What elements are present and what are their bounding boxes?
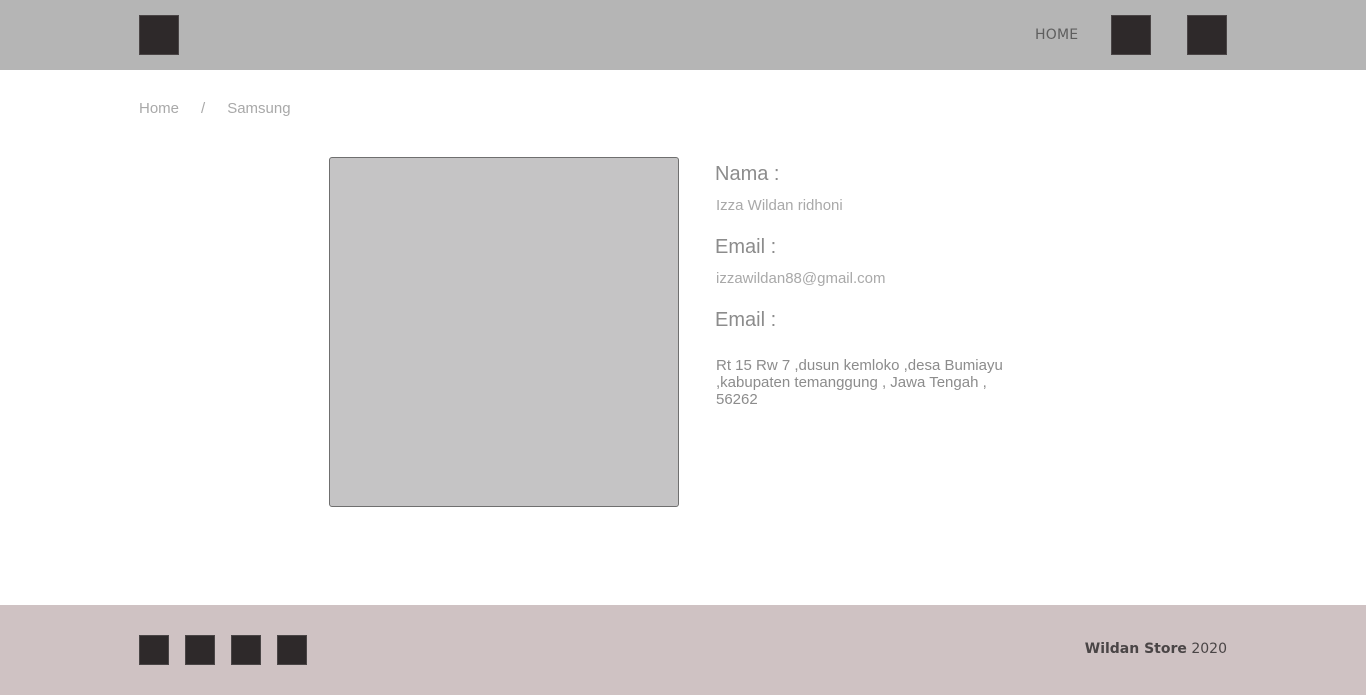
email-value: izzawildan88@gmail.com xyxy=(716,270,886,287)
cart-icon[interactable] xyxy=(1111,15,1151,55)
navbar: HOME xyxy=(0,0,1366,70)
breadcrumb-home-link[interactable]: Home xyxy=(139,100,179,117)
twitter-icon[interactable] xyxy=(185,635,215,665)
email-label: Email : xyxy=(715,236,777,258)
youtube-icon[interactable] xyxy=(277,635,307,665)
name-value: Izza Wildan ridhoni xyxy=(716,197,843,214)
footer-year: 2020 xyxy=(1191,641,1227,657)
instagram-icon[interactable] xyxy=(231,635,261,665)
breadcrumb-separator: / xyxy=(201,100,206,117)
name-label: Nama : xyxy=(715,163,780,185)
address-value: Rt 15 Rw 7 ,dusun kemloko ,desa Bumiayu … xyxy=(716,357,1003,408)
footer: Wildan Store 2020 xyxy=(0,605,1366,695)
nav-home-link[interactable]: HOME xyxy=(1035,27,1078,43)
breadcrumb: Home / Samsung xyxy=(139,100,291,117)
address-label: Email : xyxy=(715,309,777,331)
breadcrumb-current: Samsung xyxy=(227,100,291,117)
footer-brand: Wildan Store xyxy=(1084,641,1187,657)
profile-photo xyxy=(329,157,679,507)
logo-icon[interactable] xyxy=(139,15,179,55)
copyright: Wildan Store 2020 xyxy=(1085,641,1227,657)
facebook-icon[interactable] xyxy=(139,635,169,665)
user-icon[interactable] xyxy=(1187,15,1227,55)
